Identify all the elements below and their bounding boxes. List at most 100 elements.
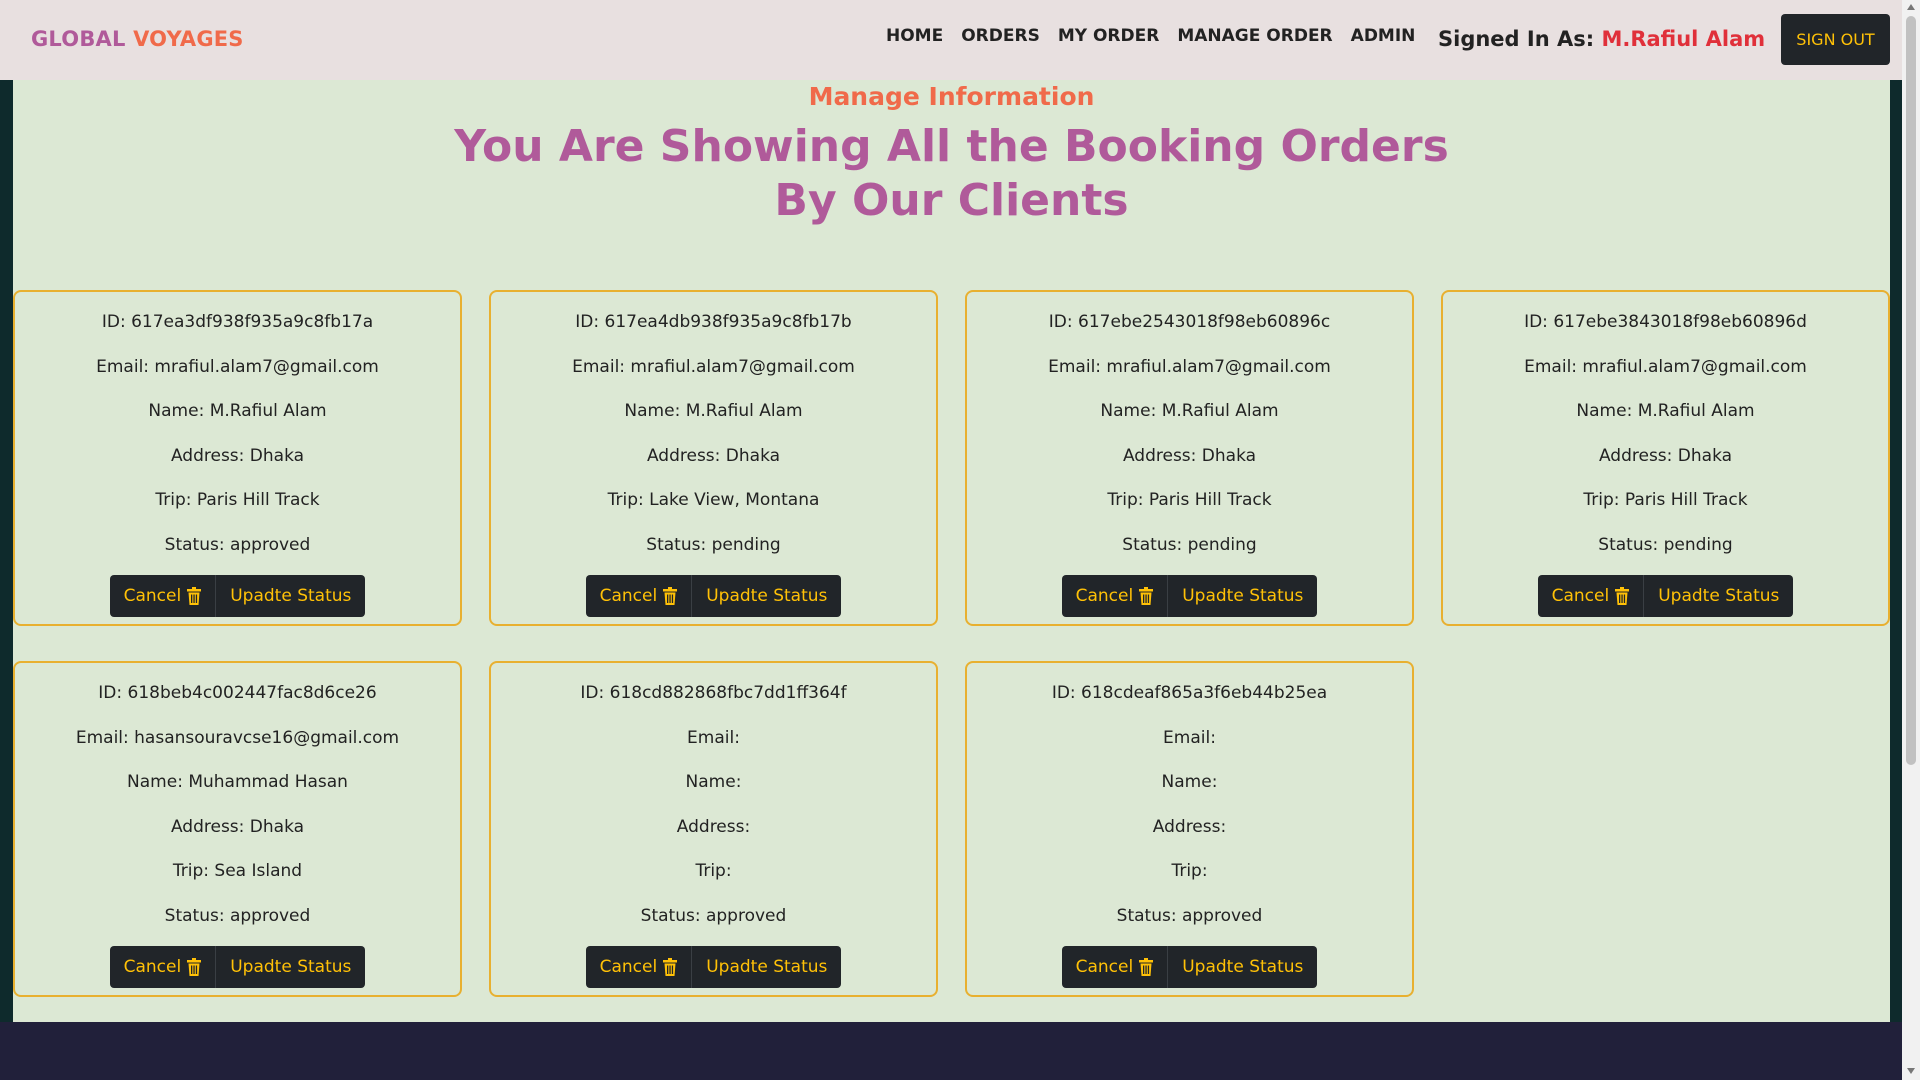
signed-in-user: M.Rafiul Alam [1601, 27, 1766, 51]
order-email: Email: mrafiul.alam7@gmail.com [1048, 356, 1331, 377]
cancel-order-button[interactable]: Cancel [1537, 575, 1644, 617]
scroll-up-arrow-icon[interactable] [1907, 4, 1915, 10]
order-trip: Trip: Lake View, Montana [607, 490, 820, 510]
order-actions: Cancel Upadte Status [491, 946, 936, 988]
cancel-order-button[interactable]: Cancel [109, 575, 216, 617]
order-id: ID: 618beb4c002447fac8d6ce26 [98, 683, 377, 703]
cancel-label: Cancel [1551, 586, 1610, 606]
order-status: Status: pending [1122, 534, 1257, 555]
trash-icon [1139, 587, 1154, 605]
order-address: Address: Dhaka [1598, 445, 1733, 466]
cancel-order-button[interactable]: Cancel [1061, 575, 1168, 617]
order-name: Name: [1161, 772, 1218, 792]
order-card: ID: 617ebe2543018f98eb60896c Email: mrafi… [965, 290, 1414, 626]
cancel-label: Cancel [123, 586, 182, 606]
main-content: Manage Information You Are Showing All t… [13, 80, 1890, 1022]
update-status-button[interactable]: Upadte Status [215, 575, 366, 617]
order-card: ID: 618cdeaf865a3f6eb44b25ea Email: Name: A… [965, 661, 1414, 997]
order-name: Name: Muhammad Hasan [127, 772, 348, 792]
nav-manage-order[interactable]: MANAGE ORDER [1177, 26, 1332, 46]
page-title-line2: By Our Clients [774, 175, 1129, 226]
order-email: Email: [1163, 727, 1216, 748]
scroll-down-arrow-icon[interactable] [1907, 1068, 1915, 1074]
page-subtitle: Manage Information [808, 82, 1095, 111]
update-status-button[interactable]: Upadte Status [691, 946, 842, 988]
trash-icon [1615, 587, 1630, 605]
order-card: ID: 617ebe3843018f98eb60896d Email: mrafi… [1441, 290, 1890, 626]
cancel-label: Cancel [599, 957, 658, 977]
nav-admin[interactable]: ADMIN [1351, 26, 1416, 46]
order-name: Name: M.Rafiul Alam [1576, 401, 1755, 421]
brand-part2: VOYAGES [133, 27, 244, 51]
cancel-order-button[interactable]: Cancel [585, 575, 692, 617]
order-status: Status: approved [640, 905, 787, 926]
update-status-button[interactable]: Upadte Status [1167, 575, 1318, 617]
order-email: Email: mrafiul.alam7@gmail.com [572, 356, 855, 377]
trash-icon [663, 958, 678, 976]
order-actions: Cancel Upadte Status [491, 575, 936, 617]
signed-in-info: Signed In As: M.Rafiul Alam [1438, 27, 1765, 51]
trash-icon [187, 587, 202, 605]
cancel-label: Cancel [1075, 586, 1134, 606]
cancel-label: Cancel [1075, 957, 1134, 977]
signed-in-label: Signed In As: [1438, 27, 1595, 51]
order-email: Email: mrafiul.alam7@gmail.com [96, 356, 379, 377]
order-email: Email: mrafiul.alam7@gmail.com [1524, 356, 1807, 377]
order-name: Name: M.Rafiul Alam [148, 401, 327, 421]
nav-home[interactable]: HOME [886, 26, 943, 46]
order-address: Address: Dhaka [170, 445, 305, 466]
scroll-thumb[interactable] [1906, 16, 1916, 765]
order-actions: Cancel Upadte Status [967, 946, 1412, 988]
cancel-order-button[interactable]: Cancel [109, 946, 216, 988]
cancel-label: Cancel [599, 586, 658, 606]
update-status-button[interactable]: Upadte Status [1167, 946, 1318, 988]
order-id: ID: 618cd882868fbc7dd1ff364f [580, 683, 847, 703]
cancel-order-button[interactable]: Cancel [585, 946, 692, 988]
nav-my-order[interactable]: MY ORDER [1058, 26, 1160, 46]
order-status: Status: approved [164, 905, 311, 926]
order-address: Address: [1152, 816, 1227, 837]
sign-out-button[interactable]: SIGN OUT [1781, 14, 1890, 65]
order-name: Name: M.Rafiul Alam [624, 401, 803, 421]
page-scrollbar[interactable] [1902, 0, 1920, 1080]
order-id: ID: 617ebe2543018f98eb60896c [1048, 312, 1331, 332]
order-email: Email: hasansouravcse16@gmail.com [75, 727, 400, 748]
order-card: ID: 617ea4db938f935a9c8fb17b Email: mrafi… [489, 290, 938, 626]
order-actions: Cancel Upadte Status [15, 575, 460, 617]
order-trip: Trip: Paris Hill Track [155, 490, 320, 510]
order-actions: Cancel Upadte Status [967, 575, 1412, 617]
order-address: Address: Dhaka [170, 816, 305, 837]
nav-orders[interactable]: ORDERS [961, 26, 1040, 46]
trash-icon [187, 958, 202, 976]
order-name: Name: [685, 772, 742, 792]
page-title: You Are Showing All the Booking Orders B… [13, 120, 1890, 228]
cancel-label: Cancel [123, 957, 182, 977]
order-trip: Trip: Sea Island [172, 861, 303, 881]
page-title-line1: You Are Showing All the Booking Orders [454, 121, 1449, 172]
order-trip: Trip: Paris Hill Track [1107, 490, 1272, 510]
order-actions: Cancel Upadte Status [15, 946, 460, 988]
order-status: Status: pending [646, 534, 781, 555]
order-email: Email: [687, 727, 740, 748]
footer [0, 1022, 1902, 1080]
order-id: ID: 617ea4db938f935a9c8fb17b [575, 312, 852, 332]
update-status-button[interactable]: Upadte Status [691, 575, 842, 617]
order-address: Address: Dhaka [1122, 445, 1257, 466]
cancel-order-button[interactable]: Cancel [1061, 946, 1168, 988]
order-card: ID: 617ea3df938f935a9c8fb17a Email: mrafi… [13, 290, 462, 626]
nav-links: HOME ORDERS MY ORDER MANAGE ORDER ADMIN [886, 26, 1415, 46]
trash-icon [663, 587, 678, 605]
update-status-button[interactable]: Upadte Status [1643, 575, 1794, 617]
navbar: GLOBAL VOYAGES HOME ORDERS MY ORDER MANA… [0, 0, 1902, 80]
order-status: Status: approved [164, 534, 311, 555]
order-address: Address: Dhaka [646, 445, 781, 466]
update-status-button[interactable]: Upadte Status [215, 946, 366, 988]
trash-icon [1139, 958, 1154, 976]
order-status: Status: pending [1598, 534, 1733, 555]
brand-logo[interactable]: GLOBAL VOYAGES [31, 27, 244, 51]
order-trip: Trip: Paris Hill Track [1583, 490, 1748, 510]
order-id: ID: 618cdeaf865a3f6eb44b25ea [1051, 683, 1328, 703]
order-card: ID: 618beb4c002447fac8d6ce26 Email: hasan… [13, 661, 462, 997]
order-actions: Cancel Upadte Status [1443, 575, 1888, 617]
order-trip: Trip: [695, 861, 732, 881]
